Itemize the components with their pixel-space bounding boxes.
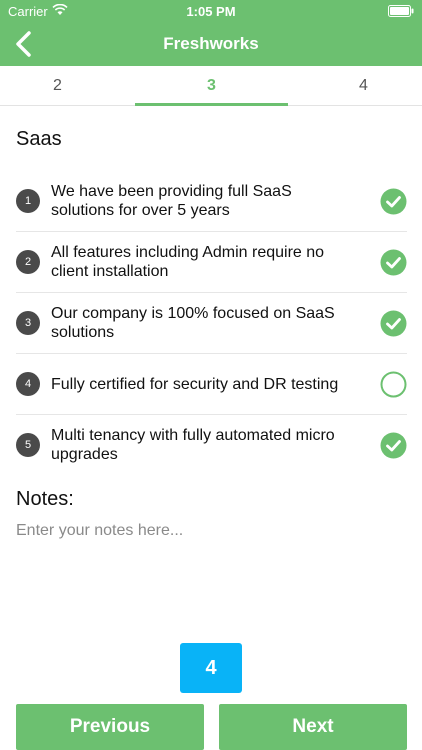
row-number-badge: 2 xyxy=(16,250,40,274)
checklist-row: 1 We have been providing full SaaS solut… xyxy=(16,171,407,232)
check-circle-icon[interactable] xyxy=(380,310,407,337)
row-text: Our company is 100% focused on SaaS solu… xyxy=(51,305,335,341)
row-text: All features including Admin require no … xyxy=(51,244,325,280)
active-tab-indicator xyxy=(135,103,288,106)
row-number-badge: 4 xyxy=(16,372,40,396)
notes-input[interactable] xyxy=(16,522,407,632)
tab-step-3[interactable]: 3 xyxy=(135,66,288,106)
row-text: We have been providing full SaaS solutio… xyxy=(51,183,292,219)
row-number-badge: 1 xyxy=(16,189,40,213)
status-bar: Carrier 1:05 PM xyxy=(0,0,422,22)
row-text: Fully certified for security and DR test… xyxy=(51,376,339,393)
checklist-row: 4 Fully certified for security and DR te… xyxy=(16,354,407,415)
checklist-row: 2 All features including Admin require n… xyxy=(16,232,407,293)
nav-title: Freshworks xyxy=(163,34,259,53)
checklist: 1 We have been providing full SaaS solut… xyxy=(16,171,407,476)
battery-icon xyxy=(388,5,414,17)
notes-label: Notes: xyxy=(16,488,74,510)
row-number-badge: 5 xyxy=(16,433,40,457)
page-number-badge: 4 xyxy=(180,643,242,693)
navigation-bar: Freshworks xyxy=(0,22,422,66)
next-button[interactable]: Next xyxy=(219,704,407,750)
check-circle-icon[interactable] xyxy=(380,249,407,276)
previous-button[interactable]: Previous xyxy=(16,704,204,750)
checklist-row: 5 Multi tenancy with fully automated mic… xyxy=(16,415,407,476)
row-text: Multi tenancy with fully automated micro… xyxy=(51,427,335,463)
checklist-row: 3 Our company is 100% focused on SaaS so… xyxy=(16,293,407,354)
check-circle-icon[interactable] xyxy=(380,432,407,459)
section-title: Saas xyxy=(16,128,62,150)
row-number-badge: 3 xyxy=(16,311,40,335)
empty-circle-icon[interactable] xyxy=(380,371,407,398)
step-tabs: 2 3 4 xyxy=(0,66,422,106)
app-header: Carrier 1:05 PM Freshworks xyxy=(0,0,422,66)
tab-step-2[interactable]: 2 xyxy=(0,66,115,106)
check-circle-icon[interactable] xyxy=(380,188,407,215)
status-time: 1:05 PM xyxy=(186,4,236,19)
tab-step-4[interactable]: 4 xyxy=(305,66,422,106)
